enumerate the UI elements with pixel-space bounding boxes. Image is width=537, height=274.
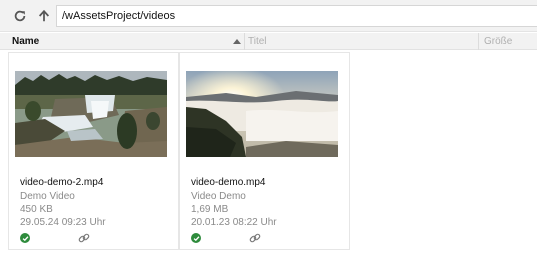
- check-circle-icon: [191, 233, 201, 243]
- video-thumbnail-waterfall: [15, 71, 167, 157]
- column-divider[interactable]: [244, 33, 245, 50]
- file-date: 20.01.23 08:22 Uhr: [191, 217, 277, 228]
- file-card[interactable]: video-demo-2.mp4 Demo Video 450 KB 29.05…: [8, 52, 179, 250]
- sort-ascending-icon[interactable]: [233, 39, 241, 44]
- path-input[interactable]: [56, 5, 537, 27]
- link-icon[interactable]: [249, 232, 261, 244]
- file-date: 29.05.24 09:23 Uhr: [20, 217, 106, 228]
- toolbar: [0, 0, 537, 32]
- arrow-up-icon: [38, 9, 50, 22]
- file-name: video-demo-2.mp4: [20, 177, 104, 188]
- column-header: Name Titel Größe: [0, 33, 537, 50]
- video-thumbnail-sunrise: [186, 71, 338, 157]
- file-size: 450 KB: [20, 204, 53, 215]
- check-circle-icon: [20, 233, 30, 243]
- column-divider[interactable]: [478, 33, 479, 50]
- column-title[interactable]: Titel: [248, 33, 267, 50]
- column-size[interactable]: Größe: [484, 33, 512, 50]
- file-card[interactable]: video-demo.mp4 Video Demo 1,69 MB 20.01.…: [179, 52, 350, 250]
- file-title: Demo Video: [20, 191, 75, 202]
- file-size: 1,69 MB: [191, 204, 229, 215]
- refresh-icon: [14, 10, 26, 22]
- navigate-up-button[interactable]: [36, 8, 52, 24]
- link-icon[interactable]: [78, 232, 90, 244]
- file-name: video-demo.mp4: [191, 177, 266, 188]
- refresh-button[interactable]: [12, 8, 28, 24]
- file-title: Video Demo: [191, 191, 246, 202]
- column-name[interactable]: Name: [12, 33, 39, 50]
